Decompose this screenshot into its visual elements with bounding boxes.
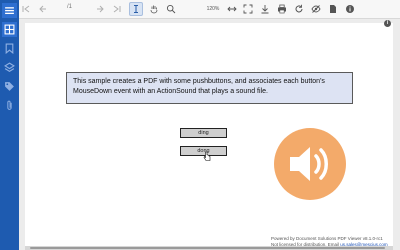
sound-annotation-icon[interactable] [274, 128, 346, 200]
next-page-icon[interactable] [93, 2, 107, 16]
layers-icon[interactable] [2, 60, 17, 75]
horizontal-scrollbar[interactable] [25, 246, 393, 250]
tag-icon[interactable] [2, 79, 17, 94]
attachment-icon[interactable] [2, 98, 17, 113]
thumbnails-icon[interactable] [2, 22, 17, 37]
pan-tool-icon[interactable] [147, 2, 161, 16]
print-icon[interactable] [275, 2, 289, 16]
ding-pushbutton[interactable]: ding [180, 128, 227, 138]
rotate-icon[interactable] [292, 2, 306, 16]
download-icon[interactable] [258, 2, 272, 16]
scrollbar-thumb[interactable] [30, 247, 385, 249]
sidebar [0, 0, 19, 250]
info-icon[interactable]: i [384, 20, 391, 27]
pdf-viewer-window: /1 120% i This sample creates a PDF with… [0, 0, 400, 250]
last-page-icon[interactable] [110, 2, 124, 16]
document-properties-icon[interactable] [326, 2, 340, 16]
fit-width-icon[interactable] [225, 2, 239, 16]
hide-annotations-icon[interactable] [309, 2, 323, 16]
text-select-tool-icon[interactable] [129, 2, 143, 16]
bookmark-icon[interactable] [2, 41, 17, 56]
page-number-indicator[interactable]: /1 [67, 4, 72, 10]
sample-description: This sample creates a PDF with some push… [66, 72, 353, 104]
about-icon[interactable] [343, 2, 357, 16]
zoom-icon[interactable] [164, 2, 178, 16]
previous-page-icon[interactable] [36, 2, 50, 16]
menu-icon[interactable] [2, 3, 17, 18]
zoom-value-field[interactable]: 120% [202, 3, 224, 15]
fullscreen-icon[interactable] [241, 2, 255, 16]
hand-cursor-icon [203, 151, 211, 161]
first-page-icon[interactable] [19, 2, 33, 16]
toolbar: /1 120% [19, 0, 400, 19]
